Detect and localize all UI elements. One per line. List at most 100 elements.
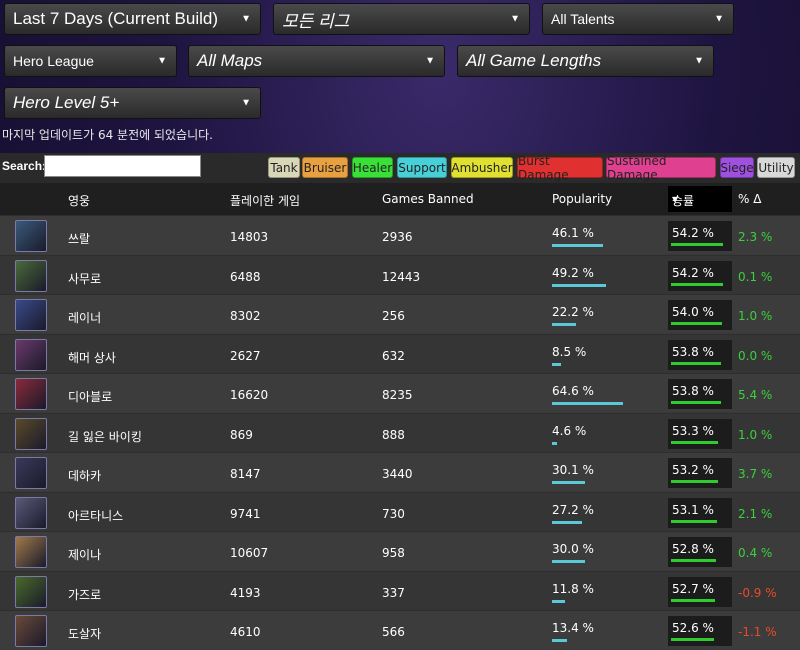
game-length-select[interactable]: All Game Lengths ▼	[457, 45, 714, 77]
popularity-value: 8.5 %	[552, 344, 587, 359]
last-updated-text: 마지막 업데이트가 64 분전에 되었습니다.	[2, 128, 213, 142]
winrate-delta: 3.7 %	[738, 467, 773, 481]
hero-portrait[interactable]	[15, 220, 47, 252]
role-filter-siege[interactable]: Siege	[720, 157, 754, 178]
role-filter-sustained-damage[interactable]: Sustained Damage	[606, 154, 716, 182]
table-row[interactable]: 가즈로 4193 337 11.8 % 52.7 % -0.9 %	[0, 570, 800, 610]
games-played: 4610	[230, 625, 261, 639]
column-hero[interactable]: 영웅	[68, 192, 90, 209]
popularity-value: 13.4 %	[552, 621, 594, 635]
role-filter-tank[interactable]: Tank	[268, 157, 300, 178]
table-row[interactable]: 레이너 8302 256 22.2 % 54.0 % 1.0 %	[0, 294, 800, 333]
column-delta[interactable]: % Δ	[738, 192, 761, 206]
hero-name[interactable]: 사무로	[68, 270, 101, 287]
winrate-value: 52.8 %	[672, 542, 714, 556]
winrate-cell: 52.8 %	[668, 537, 732, 567]
games-banned: 12443	[382, 269, 421, 284]
table-row[interactable]: 아르타니스 9741 730 27.2 % 53.1 % 2.1 %	[0, 491, 800, 531]
column-winrate[interactable]: 승률 ▼	[668, 186, 732, 212]
role-filter-bruiser[interactable]: Bruiser	[302, 157, 348, 178]
search-input[interactable]	[44, 155, 201, 177]
game-mode-value: Hero League	[13, 53, 94, 69]
winrate-cell: 54.2 %	[668, 260, 732, 291]
games-played: 2627	[230, 348, 261, 363]
popularity-value: 22.2 %	[552, 305, 594, 319]
games-played: 9741	[230, 506, 261, 521]
role-filter-healer[interactable]: Healer	[352, 157, 393, 178]
winrate-value: 52.7 %	[672, 581, 714, 596]
time-range-select[interactable]: Last 7 Days (Current Build) ▼	[4, 3, 261, 35]
games-banned: 8235	[382, 388, 413, 402]
league-value: 모든 리그	[282, 11, 350, 31]
popularity-bar	[552, 362, 562, 366]
games-banned: 337	[382, 585, 405, 600]
hero-level-select[interactable]: Hero Level 5+ ▼	[4, 87, 261, 119]
games-banned: 3440	[382, 467, 413, 481]
table-row[interactable]: 길 잃은 바이킹 869 888 4.6 % 53.3 % 1.0 %	[0, 412, 800, 452]
league-select[interactable]: 모든 리그 ▼	[273, 3, 530, 35]
hero-portrait[interactable]	[15, 457, 47, 489]
hero-portrait[interactable]	[15, 378, 47, 410]
winrate-value: 54.0 %	[672, 305, 714, 319]
table-row[interactable]: 해머 상사 2627 632 8.5 % 53.8 % 0.0 %	[0, 333, 800, 373]
popularity-value: 46.1 %	[552, 226, 594, 240]
column-games-played[interactable]: 플레이한 게임	[230, 192, 300, 209]
role-filter-burst-damage[interactable]: Burst Damage	[517, 154, 603, 182]
hero-name[interactable]: 쓰랄	[68, 230, 90, 247]
games-banned: 632	[382, 348, 405, 363]
winrate-bar	[671, 598, 715, 602]
hero-portrait[interactable]	[15, 496, 47, 529]
hero-portrait[interactable]	[15, 417, 47, 450]
winrate-delta: -1.1 %	[738, 625, 777, 639]
hero-name[interactable]: 가즈로	[68, 586, 101, 603]
table-row[interactable]: 데하카 8147 3440 30.1 % 53.2 % 3.7 %	[0, 452, 800, 491]
hero-name[interactable]: 해머 상사	[68, 349, 116, 366]
maps-select[interactable]: All Maps ▼	[188, 45, 445, 77]
table-row[interactable]: 사무로 6488 12443 49.2 % 54.2 % 0.1 %	[0, 254, 800, 294]
hero-portrait[interactable]	[15, 615, 47, 647]
role-filter-utility[interactable]: Utility	[757, 157, 795, 178]
winrate-value: 53.2 %	[672, 463, 714, 477]
winrate-delta: 1.0 %	[738, 427, 773, 442]
hero-name[interactable]: 제이나	[68, 546, 101, 563]
winrate-bar	[671, 243, 724, 246]
winrate-bar	[671, 322, 723, 325]
chevron-down-icon: ▼	[425, 55, 435, 67]
hero-portrait[interactable]	[15, 338, 47, 371]
hero-name[interactable]: 아르타니스	[68, 507, 123, 524]
hero-name[interactable]: 레이너	[68, 309, 101, 326]
winrate-cell: 53.2 %	[668, 458, 732, 488]
hero-name[interactable]: 디아블로	[68, 388, 112, 405]
hero-portrait[interactable]	[15, 536, 47, 568]
table-row[interactable]: 쓰랄 14803 2936 46.1 % 54.2 % 2.3 %	[0, 215, 800, 254]
games-played: 8302	[230, 309, 261, 323]
talents-select[interactable]: All Talents ▼	[542, 3, 734, 35]
winrate-cell: 53.1 %	[668, 497, 732, 528]
popularity-bar	[552, 639, 567, 642]
games-played: 10607	[230, 546, 269, 560]
table-row[interactable]: 제이나 10607 958 30.0 % 52.8 % 0.4 %	[0, 531, 800, 570]
games-banned: 958	[382, 546, 405, 560]
hero-portrait[interactable]	[15, 259, 47, 292]
hero-portrait[interactable]	[15, 299, 47, 331]
popularity-bar	[552, 441, 558, 445]
chevron-down-icon: ▼	[241, 13, 251, 25]
game-mode-select[interactable]: Hero League ▼	[4, 45, 177, 77]
winrate-delta: -0.9 %	[738, 585, 777, 600]
table-row[interactable]: 디아블로 16620 8235 64.6 % 53.8 % 5.4 %	[0, 373, 800, 412]
winrate-cell: 52.6 %	[668, 616, 732, 646]
column-games-banned[interactable]: Games Banned	[382, 192, 474, 206]
role-filter-support[interactable]: Support	[397, 157, 447, 178]
winrate-delta: 0.1 %	[738, 269, 773, 284]
column-popularity[interactable]: Popularity	[552, 192, 612, 206]
hero-portrait[interactable]	[15, 575, 47, 608]
winrate-delta: 0.0 %	[738, 348, 773, 363]
table-header: 영웅 플레이한 게임 Games Banned Popularity 승률 ▼ …	[0, 183, 800, 215]
hero-name[interactable]: 데하카	[68, 467, 101, 484]
winrate-cell: 54.2 %	[668, 221, 732, 251]
winrate-delta: 5.4 %	[738, 388, 773, 402]
hero-name[interactable]: 길 잃은 바이킹	[68, 428, 142, 445]
role-filter-ambusher[interactable]: Ambusher	[451, 157, 513, 178]
table-row[interactable]: 도살자 4610 566 13.4 % 52.6 % -1.1 %	[0, 610, 800, 649]
hero-name[interactable]: 도살자	[68, 625, 101, 642]
